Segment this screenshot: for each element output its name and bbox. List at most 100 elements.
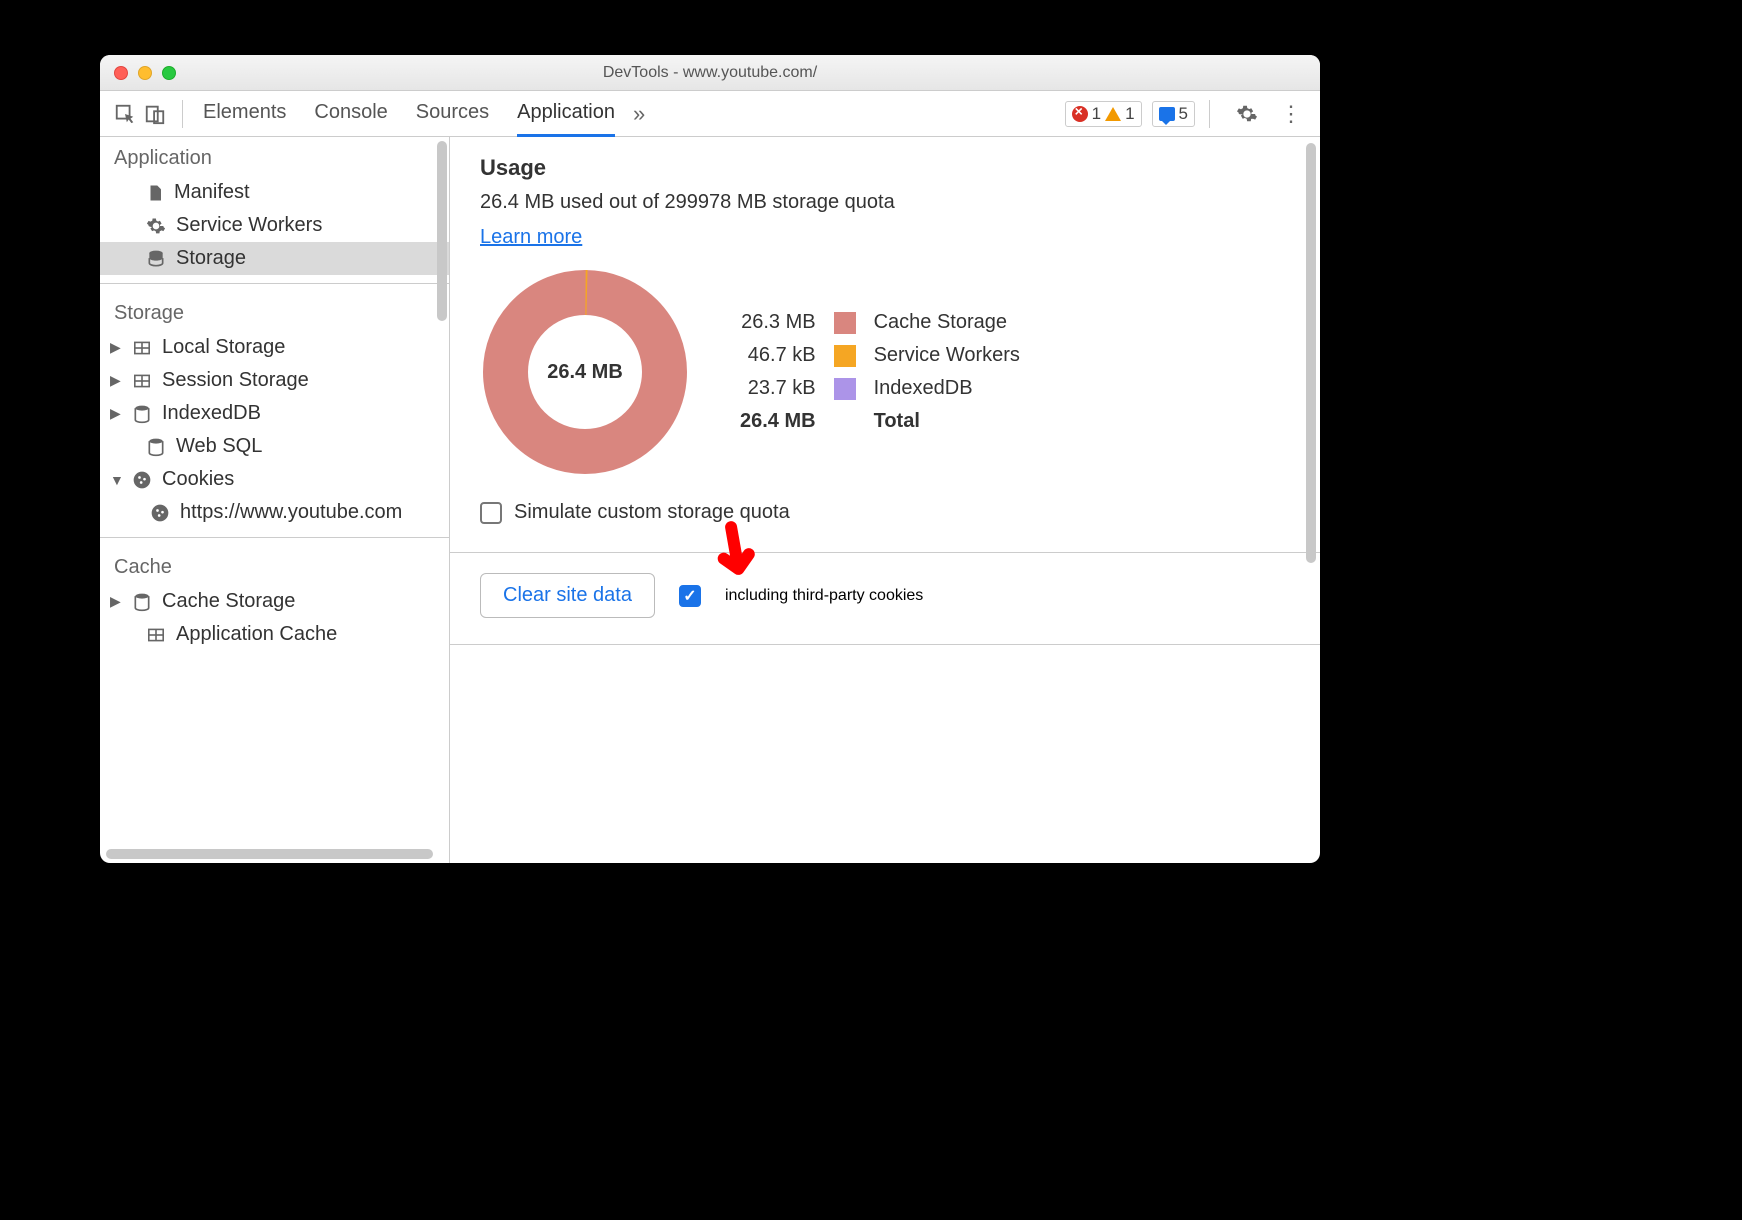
- simulate-quota-checkbox[interactable]: [480, 502, 502, 524]
- window-minimize-button[interactable]: [138, 66, 152, 80]
- error-count: 1: [1092, 104, 1101, 124]
- legend-swatch-service-workers: [834, 345, 856, 367]
- legend-label: IndexedDB: [874, 377, 1020, 400]
- gear-icon: [146, 216, 166, 236]
- database-icon: [146, 249, 166, 269]
- table-icon: [146, 627, 166, 643]
- sidebar-horizontal-scrollbar[interactable]: [106, 849, 433, 859]
- devtools-window: DevTools - www.youtube.com/ Elements Con…: [100, 55, 1320, 863]
- cookie-icon: [132, 470, 152, 490]
- legend-swatch-cache-storage: [834, 312, 856, 334]
- sidebar-item-cookies[interactable]: ▼ Cookies: [100, 463, 449, 496]
- database-icon: [146, 437, 166, 457]
- sidebar-item-application-cache[interactable]: Application Cache: [100, 618, 449, 651]
- section-storage: Storage: [100, 292, 449, 331]
- panel-tabs: Elements Console Sources Application: [203, 91, 615, 137]
- sidebar-item-label: Cookies: [162, 468, 234, 491]
- window-zoom-button[interactable]: [162, 66, 176, 80]
- section-application: Application: [100, 137, 449, 176]
- sidebar-item-label: Service Workers: [176, 214, 322, 237]
- warning-count: 1: [1125, 104, 1134, 124]
- table-icon: [132, 340, 152, 356]
- error-warning-badge[interactable]: 1 1: [1065, 101, 1142, 127]
- divider: [450, 644, 1320, 645]
- chevron-right-icon: ▶: [110, 405, 122, 422]
- sidebar-item-label: Application Cache: [176, 623, 337, 646]
- message-icon: [1159, 107, 1175, 121]
- main-panel: Usage 26.4 MB used out of 299978 MB stor…: [450, 137, 1320, 863]
- database-icon: [132, 404, 152, 424]
- sidebar-item-cache-storage[interactable]: ▶ Cache Storage: [100, 585, 449, 618]
- usage-donut-chart: 26.4 MB: [480, 267, 690, 477]
- chevron-right-icon: ▶: [110, 372, 122, 389]
- legend-total-label: Total: [874, 410, 1020, 433]
- main-scrollbar[interactable]: [1306, 143, 1316, 563]
- table-icon: [132, 373, 152, 389]
- settings-gear-icon[interactable]: [1234, 101, 1260, 127]
- devtools-toolbar: Elements Console Sources Application » 1…: [100, 91, 1320, 137]
- tab-sources[interactable]: Sources: [416, 101, 489, 137]
- database-icon: [132, 592, 152, 612]
- sidebar-item-storage[interactable]: Storage: [100, 242, 449, 275]
- legend-label: Service Workers: [874, 344, 1020, 367]
- sidebar-item-label: https://www.youtube.com: [180, 501, 402, 524]
- traffic-lights: [114, 66, 176, 80]
- window-title: DevTools - www.youtube.com/: [100, 64, 1320, 82]
- inspect-icon[interactable]: [112, 101, 138, 127]
- error-icon: [1072, 106, 1088, 122]
- usage-chart-row: 26.4 MB 26.3 MB Cache Storage 46.7 kB Se…: [480, 267, 1290, 477]
- sidebar-item-local-storage[interactable]: ▶ Local Storage: [100, 331, 449, 364]
- clear-data-row: Clear site data including third-party co…: [480, 573, 1290, 618]
- sidebar-item-indexeddb[interactable]: ▶ IndexedDB: [100, 397, 449, 430]
- sidebar-item-manifest[interactable]: Manifest: [100, 176, 449, 209]
- chevron-right-icon: ▶: [110, 593, 122, 610]
- cookie-icon: [150, 503, 170, 523]
- legend-swatch-indexeddb: [834, 378, 856, 400]
- third-party-cookies-label: including third-party cookies: [725, 587, 923, 605]
- tab-console[interactable]: Console: [314, 101, 387, 137]
- divider: [450, 552, 1320, 553]
- learn-more-link[interactable]: Learn more: [480, 226, 582, 249]
- chevron-down-icon: ▼: [110, 472, 122, 488]
- device-toggle-icon[interactable]: [142, 101, 168, 127]
- usage-legend: 26.3 MB Cache Storage 46.7 kB Service Wo…: [740, 311, 1020, 433]
- legend-value: 26.3 MB: [740, 311, 816, 334]
- divider: [100, 283, 449, 284]
- usage-heading: Usage: [480, 155, 1290, 181]
- window-close-button[interactable]: [114, 66, 128, 80]
- sidebar-item-label: Session Storage: [162, 369, 309, 392]
- titlebar: DevTools - www.youtube.com/: [100, 55, 1320, 91]
- legend-label: Cache Storage: [874, 311, 1020, 334]
- message-count: 5: [1179, 104, 1188, 124]
- sidebar-item-service-workers[interactable]: Service Workers: [100, 209, 449, 242]
- messages-badge[interactable]: 5: [1152, 101, 1195, 127]
- annotation-arrow-icon: [694, 513, 778, 597]
- divider: [182, 100, 183, 128]
- simulate-quota-row: Simulate custom storage quota: [480, 501, 1290, 524]
- tab-elements[interactable]: Elements: [203, 101, 286, 137]
- chevron-right-icon: ▶: [110, 339, 122, 356]
- sidebar-item-label: Cache Storage: [162, 590, 295, 613]
- legend-value: 46.7 kB: [740, 344, 816, 367]
- section-cache: Cache: [100, 546, 449, 585]
- sidebar-item-cookie-origin[interactable]: https://www.youtube.com: [100, 496, 449, 529]
- tab-application[interactable]: Application: [517, 101, 615, 137]
- body: Application Manifest Service Workers Sto…: [100, 137, 1320, 863]
- sidebar-item-label: Storage: [176, 247, 246, 270]
- clear-site-data-button[interactable]: Clear site data: [480, 573, 655, 618]
- sidebar-item-label: Manifest: [174, 181, 250, 204]
- sidebar-item-websql[interactable]: Web SQL: [100, 430, 449, 463]
- legend-value: 23.7 kB: [740, 377, 816, 400]
- kebab-menu-icon[interactable]: ⋮: [1274, 101, 1308, 127]
- divider: [1209, 100, 1210, 128]
- sidebar-item-session-storage[interactable]: ▶ Session Storage: [100, 364, 449, 397]
- warning-icon: [1105, 107, 1121, 121]
- more-tabs-icon[interactable]: »: [633, 101, 645, 127]
- file-icon: [146, 183, 164, 203]
- divider: [100, 537, 449, 538]
- sidebar-item-label: IndexedDB: [162, 402, 261, 425]
- sidebar-scrollbar[interactable]: [437, 141, 447, 321]
- donut-center-label: 26.4 MB: [480, 267, 690, 477]
- third-party-cookies-checkbox[interactable]: [679, 585, 701, 607]
- usage-summary: 26.4 MB used out of 299978 MB storage qu…: [480, 191, 1290, 214]
